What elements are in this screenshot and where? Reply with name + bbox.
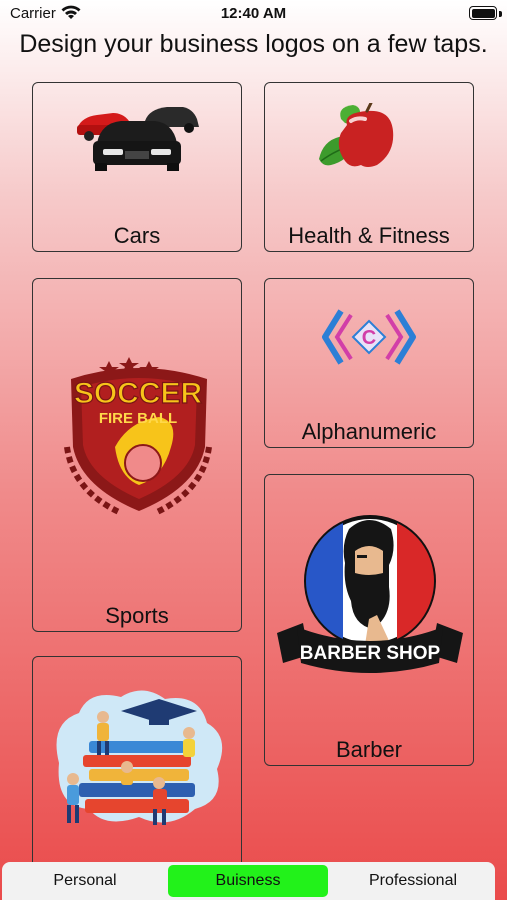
cars-icon: [77, 107, 199, 171]
category-label: Alphanumeric: [301, 419, 437, 444]
category-label: Sports: [105, 603, 169, 628]
category-card-barber[interactable]: BARBER SHOP Barber: [264, 474, 474, 766]
tab-personal[interactable]: Personal: [4, 865, 166, 897]
category-card-education[interactable]: [32, 656, 242, 872]
soccer-logo-title: SOCCER: [74, 377, 203, 410]
category-label: Cars: [113, 223, 161, 248]
category-card-alphanumeric[interactable]: C Alphanumeric: [264, 278, 474, 448]
status-bar: Carrier 12:40 AM: [0, 0, 507, 28]
barber-banner-text: BARBER SHOP: [300, 643, 441, 664]
category-tab-bar: Personal Buisness Professional: [2, 862, 495, 900]
soccer-logo-subtitle: FIRE BALL: [99, 410, 177, 427]
soccer-logo: SOCCER FIRE BALL: [64, 357, 212, 516]
category-card-health-fitness[interactable]: Health & Fitness: [264, 82, 474, 252]
category-card-sports[interactable]: SOCCER FIRE BALL Sports: [32, 278, 242, 632]
apple-icon: [319, 103, 394, 167]
letter-c-text: C: [362, 327, 376, 349]
barber-shop-logo: BARBER SHOP: [277, 515, 463, 673]
category-label: Barber: [335, 737, 403, 762]
category-card-cars[interactable]: Cars: [32, 82, 242, 252]
page-title: Design your business logos on a few taps…: [19, 30, 488, 58]
tab-professional[interactable]: Professional: [332, 865, 494, 897]
battery-cap: [499, 11, 502, 17]
clock: 12:40 AM: [220, 5, 287, 22]
letter-c-logo: C: [322, 309, 416, 365]
category-label: Health & Fitness: [288, 223, 450, 248]
tab-business[interactable]: Buisness: [168, 865, 328, 897]
education-books-logo: [56, 690, 223, 825]
battery-icon: [469, 6, 497, 20]
